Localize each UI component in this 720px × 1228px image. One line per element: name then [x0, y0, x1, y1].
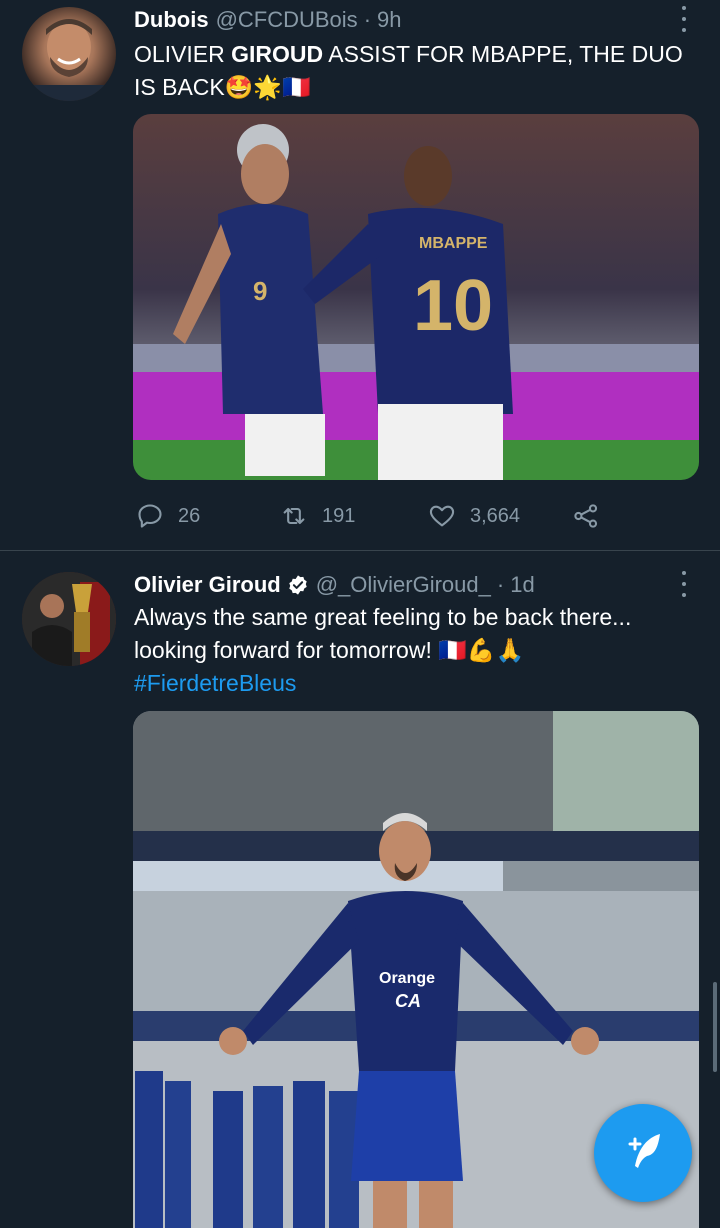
tweet-text-part: OLIVIER	[134, 41, 232, 67]
tweet[interactable]: Dubois @CFCDUBois · 9h OLIVIER GIROUD AS…	[0, 0, 720, 550]
like-count: 3,664	[470, 504, 521, 527]
like-button[interactable]: 3,664	[428, 500, 520, 532]
sponsor-text: Orange	[379, 970, 435, 987]
retweet-count: 191	[322, 504, 356, 527]
tweet-text: Always the same great feeling to be back…	[134, 601, 704, 700]
tweet-emojis: 🤩🌟🇫🇷	[224, 74, 311, 100]
separator-dot: ·	[363, 7, 372, 32]
tweet-text-bold: GIROUD	[231, 41, 324, 67]
reply-icon	[138, 504, 162, 528]
football-players-photo: 9 MBAPPE 10	[133, 114, 699, 480]
tweet-time[interactable]: 9h	[377, 7, 401, 33]
compose-tweet-button[interactable]	[594, 1104, 692, 1202]
avatar-image	[22, 19, 116, 101]
reply-button[interactable]: 26	[136, 500, 200, 532]
separator-dot: ·	[496, 572, 505, 597]
tweet-text: OLIVIER GIROUD ASSIST FOR MBAPPE, THE DU…	[134, 38, 704, 104]
author-handle[interactable]: @CFCDUBois	[216, 7, 358, 33]
heart-icon	[429, 505, 455, 527]
tweet-text-line: looking forward for tomorrow! 🇫🇷💪🙏	[134, 637, 525, 663]
sponsor-logo-text: CA	[395, 991, 421, 1011]
tweet-header: Olivier Giroud @_OlivierGiroud_ · 1d	[134, 570, 535, 600]
retweet-button[interactable]: 191	[280, 500, 355, 532]
avatar-image	[22, 572, 116, 666]
tweet-actions: 26 191 3,664	[134, 500, 634, 532]
author-name[interactable]: Dubois	[134, 7, 209, 33]
scrollbar[interactable]	[713, 982, 717, 1072]
more-vertical-icon[interactable]	[676, 571, 692, 597]
jersey-number-left: 9	[253, 276, 267, 306]
share-icon	[574, 504, 598, 528]
reply-count: 26	[178, 504, 201, 527]
tweet-header: Dubois @CFCDUBois · 9h	[134, 5, 402, 35]
share-button[interactable]	[572, 500, 600, 532]
author-name[interactable]: Olivier Giroud	[134, 572, 281, 598]
tweet-photo[interactable]: 9 MBAPPE 10	[133, 114, 699, 480]
jersey-number-right: 10	[413, 266, 493, 346]
hashtag-link[interactable]: #FierdetreBleus	[134, 667, 704, 700]
tweet-time[interactable]: 1d	[510, 572, 534, 598]
jersey-name-right: MBAPPE	[419, 235, 488, 252]
verified-badge-icon	[288, 575, 307, 595]
author-handle[interactable]: @_OlivierGiroud_	[316, 572, 491, 598]
retweet-icon	[283, 507, 305, 525]
avatar[interactable]	[22, 7, 116, 101]
avatar[interactable]	[22, 572, 116, 666]
more-vertical-icon[interactable]	[676, 6, 692, 32]
tweet-text-line: Always the same great feeling to be back…	[134, 604, 632, 630]
compose-tweet-icon	[628, 1134, 660, 1168]
